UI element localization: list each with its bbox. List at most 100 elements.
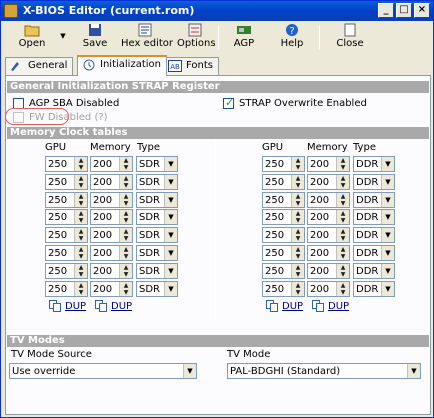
left-memory-spinner[interactable]: 200 ▲ ▼ [90, 281, 133, 297]
arrow-up-icon[interactable]: ▲ [120, 282, 132, 289]
open-dropdown-arrow[interactable]: ▼ [57, 23, 69, 51]
arrow-down-icon[interactable]: ▼ [120, 235, 132, 242]
spinner-arrows[interactable]: ▲ ▼ [74, 282, 87, 296]
spinner-arrows[interactable]: ▲ ▼ [119, 264, 132, 278]
arrow-up-icon[interactable]: ▲ [337, 264, 349, 271]
spinner-arrows[interactable]: ▲ ▼ [291, 282, 304, 296]
tv-mode-source-select[interactable]: Use override ▼ [9, 363, 197, 379]
dup-memory-right-link[interactable]: DUP [312, 300, 349, 313]
right-gpu-spinner[interactable]: 250 ▲ ▼ [262, 245, 305, 261]
tv-mode-select[interactable]: PAL-BDGHI (Standard) ▼ [227, 363, 421, 379]
arrow-up-icon[interactable]: ▲ [75, 246, 87, 253]
right-type-select[interactable]: DDR ▼ [353, 209, 395, 225]
left-gpu-spinner[interactable]: 250 ▲ ▼ [45, 281, 88, 297]
spinner-arrows[interactable]: ▲ ▼ [74, 228, 87, 242]
left-type-select[interactable]: SDR ▼ [136, 209, 178, 225]
left-gpu-spinner[interactable]: 250 ▲ ▼ [45, 156, 88, 172]
arrow-up-icon[interactable]: ▲ [337, 228, 349, 235]
left-gpu-spinner[interactable]: 250 ▲ ▼ [45, 245, 88, 261]
spinner-arrows[interactable]: ▲ ▼ [119, 157, 132, 171]
options-button[interactable]: Options [177, 23, 216, 51]
right-memory-spinner[interactable]: 200 ▲ ▼ [307, 192, 350, 208]
close-button[interactable]: Close [333, 23, 367, 51]
left-type-select[interactable]: SDR ▼ [136, 263, 178, 279]
spinner-arrows[interactable]: ▲ ▼ [119, 193, 132, 207]
dup-memory-left-link[interactable]: DUP [95, 300, 132, 313]
arrow-down-icon[interactable]: ▼ [75, 253, 87, 260]
arrow-down-icon[interactable]: ▼ [120, 271, 132, 278]
close-window-button[interactable]: × [414, 3, 430, 18]
right-memory-spinner[interactable]: 200 ▲ ▼ [307, 245, 350, 261]
right-memory-spinner[interactable]: 200 ▲ ▼ [307, 263, 350, 279]
spinner-arrows[interactable]: ▲ ▼ [336, 264, 349, 278]
arrow-down-icon[interactable]: ▼ [75, 217, 87, 224]
left-memory-spinner[interactable]: 200 ▲ ▼ [90, 263, 133, 279]
arrow-down-icon[interactable]: ▼ [292, 235, 304, 242]
left-type-select[interactable]: SDR ▼ [136, 227, 178, 243]
dup-gpu-right-link[interactable]: DUP [266, 300, 303, 313]
left-memory-spinner[interactable]: 200 ▲ ▼ [90, 245, 133, 261]
arrow-up-icon[interactable]: ▲ [120, 157, 132, 164]
left-type-select[interactable]: SDR ▼ [136, 174, 178, 190]
spinner-arrows[interactable]: ▲ ▼ [336, 175, 349, 189]
arrow-up-icon[interactable]: ▲ [75, 175, 87, 182]
spinner-arrows[interactable]: ▲ ▼ [291, 264, 304, 278]
spinner-arrows[interactable]: ▲ ▼ [291, 246, 304, 260]
arrow-down-icon[interactable]: ▼ [75, 182, 87, 189]
arrow-down-icon[interactable]: ▼ [120, 253, 132, 260]
tab-fonts[interactable]: AB Fonts [163, 57, 219, 75]
left-type-select[interactable]: SDR ▼ [136, 245, 178, 261]
right-memory-spinner[interactable]: 200 ▲ ▼ [307, 227, 350, 243]
arrow-down-icon[interactable]: ▼ [75, 200, 87, 207]
arrow-up-icon[interactable]: ▲ [75, 157, 87, 164]
arrow-down-icon[interactable]: ▼ [120, 182, 132, 189]
spinner-arrows[interactable]: ▲ ▼ [336, 228, 349, 242]
spinner-arrows[interactable]: ▲ ▼ [74, 157, 87, 171]
right-memory-spinner[interactable]: 200 ▲ ▼ [307, 174, 350, 190]
spinner-arrows[interactable]: ▲ ▼ [291, 228, 304, 242]
arrow-up-icon[interactable]: ▲ [337, 193, 349, 200]
arrow-down-icon[interactable]: ▼ [337, 200, 349, 207]
arrow-down-icon[interactable]: ▼ [292, 182, 304, 189]
spinner-arrows[interactable]: ▲ ▼ [336, 157, 349, 171]
right-gpu-spinner[interactable]: 250 ▲ ▼ [262, 174, 305, 190]
left-memory-spinner[interactable]: 200 ▲ ▼ [90, 227, 133, 243]
spinner-arrows[interactable]: ▲ ▼ [336, 193, 349, 207]
right-memory-spinner[interactable]: 200 ▲ ▼ [307, 156, 350, 172]
arrow-down-icon[interactable]: ▼ [75, 271, 87, 278]
right-type-select[interactable]: DDR ▼ [353, 156, 395, 172]
right-gpu-spinner[interactable]: 250 ▲ ▼ [262, 156, 305, 172]
arrow-up-icon[interactable]: ▲ [75, 193, 87, 200]
left-type-select[interactable]: SDR ▼ [136, 156, 178, 172]
arrow-down-icon[interactable]: ▼ [337, 253, 349, 260]
left-gpu-spinner[interactable]: 250 ▲ ▼ [45, 227, 88, 243]
hex-editor-button[interactable]: Hex editor [121, 23, 173, 51]
right-gpu-spinner[interactable]: 250 ▲ ▼ [262, 209, 305, 225]
arrow-up-icon[interactable]: ▲ [337, 157, 349, 164]
tab-initialization[interactable]: Initialization [77, 55, 167, 76]
arrow-down-icon[interactable]: ▼ [120, 289, 132, 296]
arrow-down-icon[interactable]: ▼ [292, 217, 304, 224]
arrow-up-icon[interactable]: ▲ [75, 264, 87, 271]
left-memory-spinner[interactable]: 200 ▲ ▼ [90, 209, 133, 225]
strap-overwrite-checkbox[interactable]: STRAP Overwrite Enabled [223, 96, 367, 110]
right-type-select[interactable]: DDR ▼ [353, 174, 395, 190]
right-gpu-spinner[interactable]: 250 ▲ ▼ [262, 263, 305, 279]
left-memory-spinner[interactable]: 200 ▲ ▼ [90, 156, 133, 172]
spinner-arrows[interactable]: ▲ ▼ [119, 210, 132, 224]
left-memory-spinner[interactable]: 200 ▲ ▼ [90, 174, 133, 190]
help-button[interactable]: ? Help [277, 23, 307, 51]
arrow-up-icon[interactable]: ▲ [292, 228, 304, 235]
right-type-select[interactable]: DDR ▼ [353, 245, 395, 261]
arrow-up-icon[interactable]: ▲ [292, 157, 304, 164]
save-button[interactable]: Save [79, 23, 111, 51]
right-memory-spinner[interactable]: 200 ▲ ▼ [307, 281, 350, 297]
right-gpu-spinner[interactable]: 250 ▲ ▼ [262, 281, 305, 297]
spinner-arrows[interactable]: ▲ ▼ [119, 282, 132, 296]
dup-gpu-left-link[interactable]: DUP [49, 300, 86, 313]
spinner-arrows[interactable]: ▲ ▼ [119, 246, 132, 260]
right-type-select[interactable]: DDR ▼ [353, 263, 395, 279]
arrow-up-icon[interactable]: ▲ [292, 246, 304, 253]
spinner-arrows[interactable]: ▲ ▼ [336, 246, 349, 260]
arrow-down-icon[interactable]: ▼ [337, 289, 349, 296]
